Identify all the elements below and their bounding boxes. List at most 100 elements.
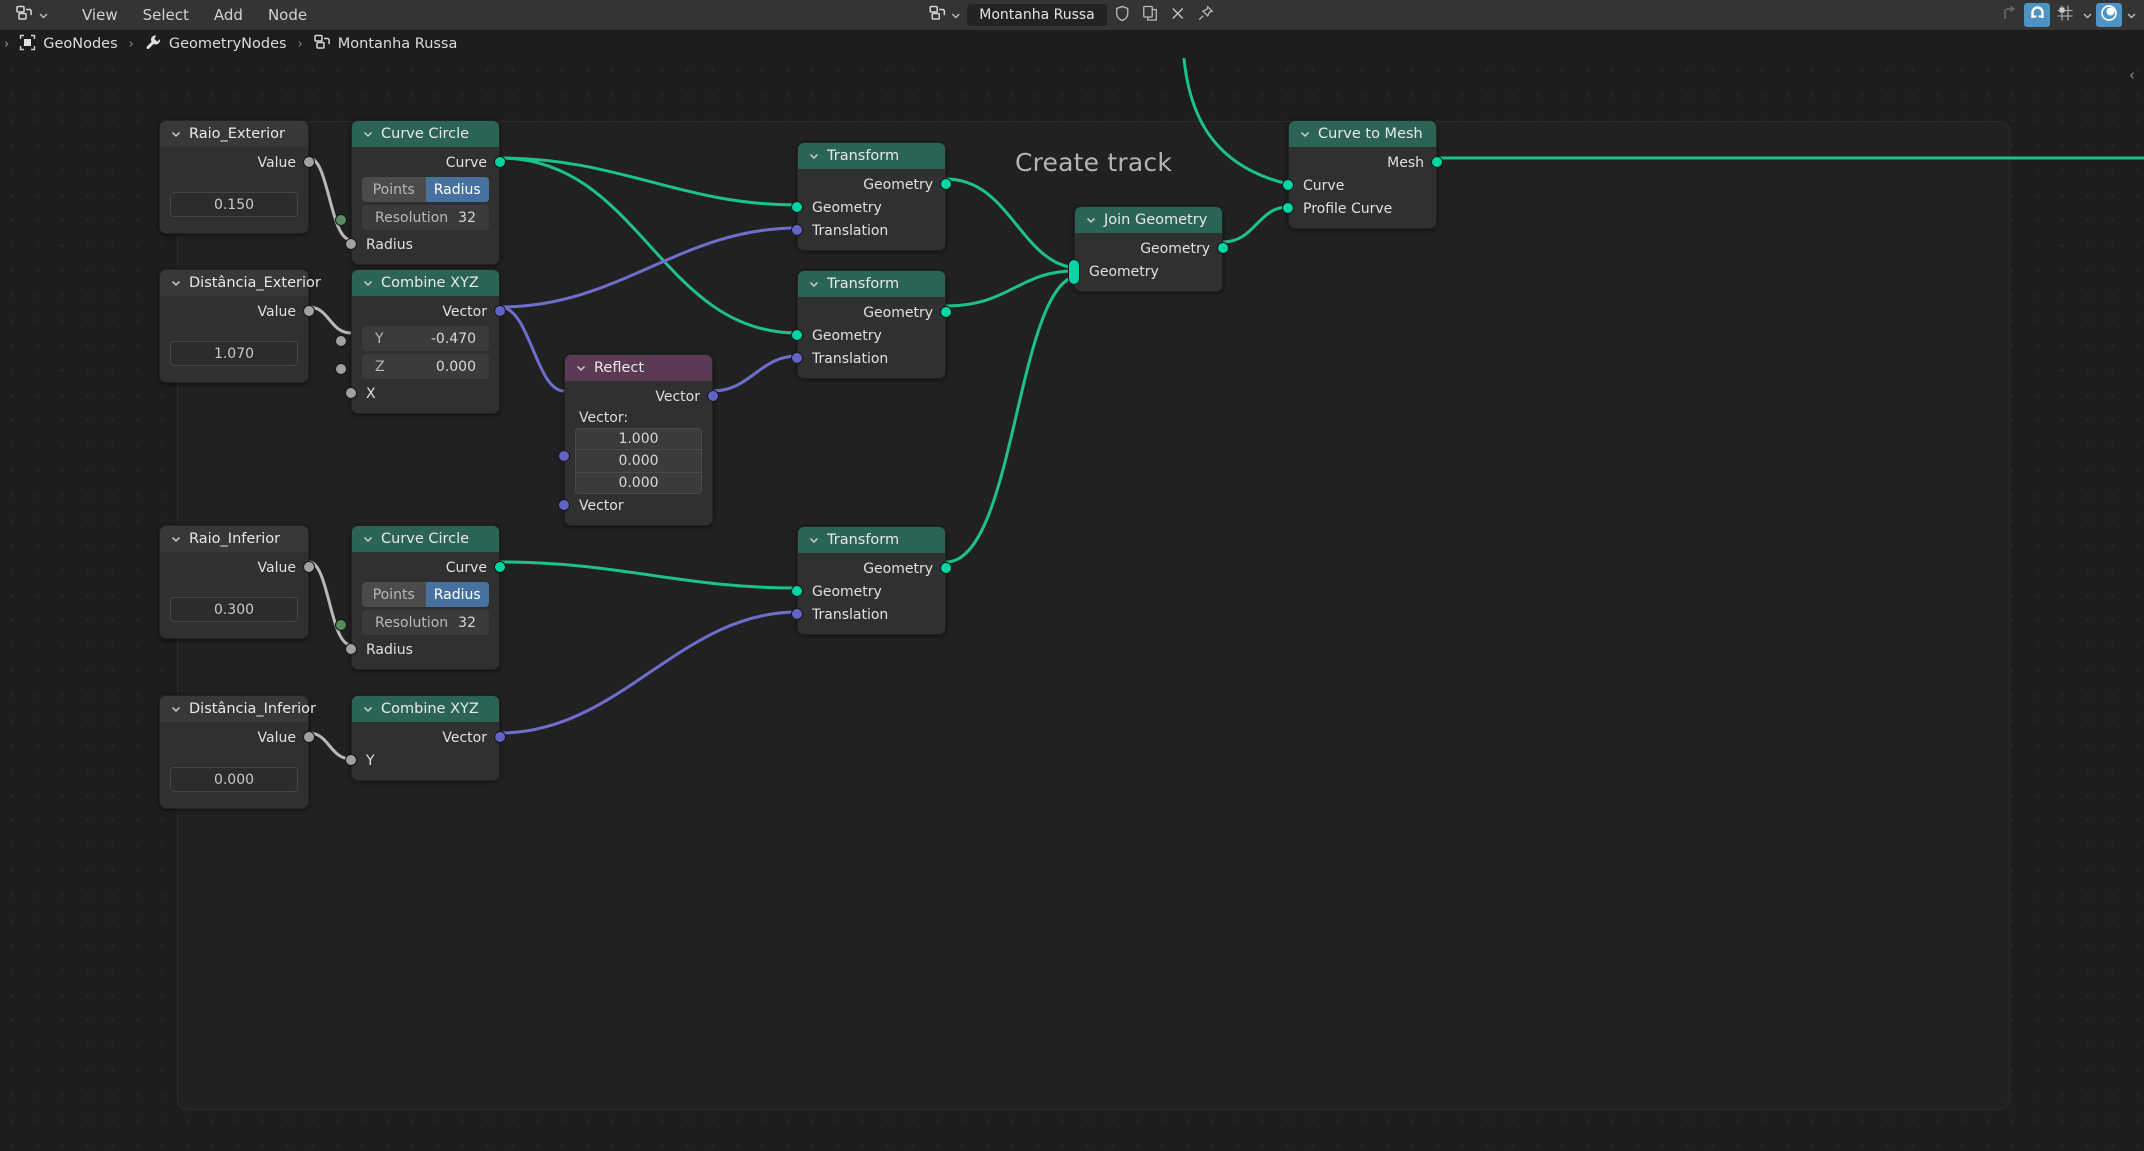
proportional-editing-toggle[interactable] [2096, 3, 2122, 27]
vector-component-field[interactable]: 0.000 [575, 450, 702, 472]
socket-vec[interactable] [791, 224, 803, 236]
vector-component-field[interactable]: 1.000 [575, 428, 702, 450]
chevron-down-icon[interactable] [1085, 214, 1097, 226]
labeled-value-field[interactable]: Resolution 32 [362, 205, 489, 230]
node-combine_xyz_bottom[interactable]: Combine XYZ Vector Y [345, 695, 506, 781]
socket-int[interactable] [335, 214, 347, 226]
socket-vec[interactable] [791, 608, 803, 620]
snap-toggle-button[interactable] [2024, 3, 2050, 27]
node-raio_exterior[interactable]: Raio_Exterior Value 0.150 [159, 120, 315, 234]
node-transform_3[interactable]: Transform Geometry Geometry Translation [791, 526, 952, 635]
socket-vec[interactable] [494, 305, 506, 317]
node-tree-name-input[interactable]: Montanha Russa [967, 4, 1107, 26]
menu-node[interactable]: Node [257, 3, 318, 27]
node-header-combine_xyz_top[interactable]: Combine XYZ [352, 270, 499, 296]
socket-val[interactable] [303, 561, 315, 573]
socket-val[interactable] [345, 643, 357, 655]
menu-view[interactable]: View [71, 3, 129, 27]
node-distancia_inferior[interactable]: Distância_Inferior Value 0.000 [159, 695, 316, 809]
socket-val[interactable] [345, 238, 357, 250]
menu-add[interactable]: Add [203, 3, 254, 27]
socket-geo[interactable] [940, 562, 952, 574]
node-transform_2[interactable]: Transform Geometry Geometry Translation [791, 270, 952, 379]
node-curve_circle_bottom[interactable]: Curve Circle Curve Points Radius Resolution 3… [335, 525, 506, 670]
socket-val[interactable] [303, 156, 315, 168]
socket-geo[interactable] [494, 156, 506, 168]
node-tree-browse-button[interactable] [925, 5, 965, 25]
node-header-raio_inferior[interactable]: Raio_Inferior [160, 526, 308, 552]
toggle-points[interactable]: Points [362, 582, 426, 607]
chevron-down-icon[interactable] [170, 703, 182, 715]
toggle-points[interactable]: Points [362, 177, 426, 202]
breadcrumb-item-nodetree[interactable]: Montanha Russa [310, 34, 462, 54]
new-copy-button[interactable] [1137, 3, 1163, 27]
snap-parent-up-button[interactable] [1996, 3, 2022, 27]
node-reflect[interactable]: Reflect Vector Vector: 1.000 0.000 0.000 Vecto… [558, 354, 719, 526]
socket-val[interactable] [345, 754, 357, 766]
socket-geo[interactable] [1282, 179, 1294, 191]
editor-type-selector[interactable] [8, 4, 55, 26]
breadcrumb-item-object[interactable]: GeoNodes [15, 34, 121, 55]
labeled-value-field[interactable]: Resolution 32 [362, 610, 489, 635]
node-header-combine_xyz_bottom[interactable]: Combine XYZ [352, 696, 499, 722]
node-header-transform_3[interactable]: Transform [798, 527, 945, 553]
node-header-distancia_inferior[interactable]: Distância_Inferior [160, 696, 316, 722]
node-header-curve_circle_bottom[interactable]: Curve Circle [352, 526, 499, 552]
labeled-value-field[interactable]: Z 0.000 [362, 354, 489, 379]
proportional-falloff-dropdown[interactable] [2124, 3, 2138, 27]
node-header-join_geometry[interactable]: Join Geometry [1075, 207, 1222, 233]
socket-vec[interactable] [558, 499, 570, 511]
socket-geo[interactable] [940, 178, 952, 190]
socket-val[interactable] [345, 387, 357, 399]
socket-geo[interactable] [940, 306, 952, 318]
chevron-down-icon[interactable] [362, 128, 374, 140]
breadcrumb-back-arrow[interactable]: › [0, 37, 15, 52]
socket-geo-multi[interactable] [1068, 259, 1080, 285]
node-header-transform_2[interactable]: Transform [798, 271, 945, 297]
chevron-down-icon[interactable] [808, 278, 820, 290]
toggle-radius[interactable]: Radius [425, 582, 489, 607]
socket-vec[interactable] [707, 390, 719, 402]
chevron-down-icon[interactable] [808, 534, 820, 546]
socket-geo[interactable] [1217, 242, 1229, 254]
panel-collapse-arrow-icon[interactable]: ‹ [2124, 64, 2140, 86]
chevron-down-icon[interactable] [362, 277, 374, 289]
snap-options-dropdown[interactable] [2080, 3, 2094, 27]
unlink-button[interactable] [1165, 3, 1191, 27]
toggle-radius[interactable]: Radius [425, 177, 489, 202]
node-header-reflect[interactable]: Reflect [565, 355, 712, 381]
socket-vec[interactable] [558, 450, 570, 462]
value-field[interactable]: 0.300 [170, 597, 298, 622]
socket-geo[interactable] [791, 201, 803, 213]
labeled-value-field[interactable]: Y -0.470 [362, 326, 489, 351]
chevron-down-icon[interactable] [575, 362, 587, 374]
socket-geo[interactable] [1431, 156, 1443, 168]
node-curve_to_mesh[interactable]: Curve to Mesh Mesh Curve Profile Curve [1282, 120, 1443, 229]
socket-vec[interactable] [494, 731, 506, 743]
value-field[interactable]: 0.150 [170, 192, 298, 217]
chevron-down-icon[interactable] [170, 277, 182, 289]
node-raio_inferior[interactable]: Raio_Inferior Value 0.300 [159, 525, 315, 639]
socket-int[interactable] [335, 619, 347, 631]
node-header-curve_circle_top[interactable]: Curve Circle [352, 121, 499, 147]
socket-val[interactable] [335, 363, 347, 375]
value-field[interactable]: 0.000 [170, 767, 298, 792]
chevron-down-icon[interactable] [362, 533, 374, 545]
pin-button[interactable] [1193, 3, 1219, 27]
socket-geo[interactable] [1282, 202, 1294, 214]
socket-val[interactable] [303, 731, 315, 743]
fake-user-button[interactable] [1109, 3, 1135, 27]
node-transform_1[interactable]: Transform Geometry Geometry Translation [791, 142, 952, 251]
menu-select[interactable]: Select [132, 3, 200, 27]
chevron-down-icon[interactable] [170, 533, 182, 545]
chevron-down-icon[interactable] [1299, 128, 1311, 140]
node-header-raio_exterior[interactable]: Raio_Exterior [160, 121, 308, 147]
chevron-down-icon[interactable] [808, 150, 820, 162]
value-field[interactable]: 1.070 [170, 341, 298, 366]
breadcrumb-item-modifier[interactable]: GeometryNodes [141, 34, 291, 55]
socket-val[interactable] [303, 305, 315, 317]
vector-component-field[interactable]: 0.000 [575, 472, 702, 494]
node-editor-canvas[interactable]: ‹ Create track Raio_Exterior Value 0.150… [0, 58, 2144, 1151]
node-curve_circle_top[interactable]: Curve Circle Curve Points Radius Resolution 3… [335, 120, 506, 265]
chevron-down-icon[interactable] [170, 128, 182, 140]
